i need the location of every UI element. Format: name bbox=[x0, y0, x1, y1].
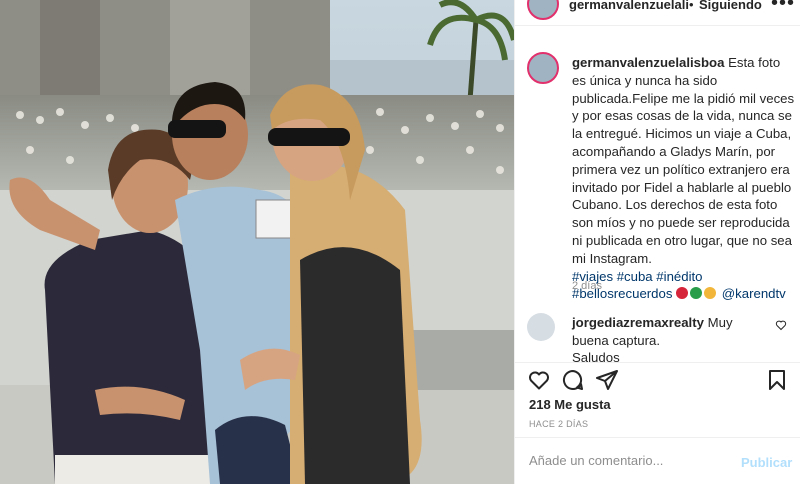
action-bar bbox=[515, 362, 800, 392]
bookmark-icon[interactable] bbox=[765, 368, 789, 392]
commenter-avatar[interactable] bbox=[527, 313, 555, 341]
green-circle-emoji-icon bbox=[690, 287, 703, 300]
heart-icon[interactable] bbox=[527, 368, 551, 392]
add-comment-bar: Publicar bbox=[515, 437, 800, 484]
caption-username[interactable]: germanvalenzuelalisboa bbox=[572, 55, 724, 70]
post-side-panel: germanvalenzuelalisbc • Siguiendo ••• ge… bbox=[514, 0, 800, 484]
caption-avatar[interactable] bbox=[527, 52, 559, 84]
comment-icon[interactable] bbox=[561, 368, 585, 392]
caption-mention[interactable]: @karendtv bbox=[722, 286, 786, 301]
heart-eyes-emoji-icon bbox=[704, 287, 717, 300]
author-avatar[interactable] bbox=[527, 0, 559, 20]
header-separator: • bbox=[689, 0, 694, 12]
caption-time[interactable]: 2 días bbox=[572, 280, 602, 292]
caption-body: Esta foto es única y nunca ha sido publi… bbox=[572, 55, 795, 266]
share-icon[interactable] bbox=[595, 368, 619, 392]
comment-text: jorgediazremaxrealty Muy buena captura. … bbox=[572, 314, 762, 367]
comment-input[interactable] bbox=[529, 453, 729, 468]
more-icon[interactable]: ••• bbox=[771, 0, 795, 15]
commenter-username[interactable]: jorgediazremaxrealty bbox=[572, 315, 704, 330]
red-heart-emoji-icon bbox=[676, 287, 689, 300]
publish-button[interactable]: Publicar bbox=[741, 455, 792, 470]
post-date[interactable]: HACE 2 DÍAS bbox=[529, 419, 588, 429]
caption-text: germanvalenzuelalisboa Esta foto es únic… bbox=[572, 54, 797, 303]
photo-illustration bbox=[0, 0, 514, 484]
author-username[interactable]: germanvalenzuelalisbc bbox=[569, 0, 689, 12]
following-button[interactable]: Siguiendo bbox=[699, 0, 762, 12]
post-header: germanvalenzuelalisbc • Siguiendo ••• bbox=[515, 0, 800, 26]
likes-count[interactable]: 218 Me gusta bbox=[529, 397, 611, 412]
post-photo[interactable] bbox=[0, 0, 514, 484]
like-comment-icon[interactable] bbox=[775, 319, 787, 331]
